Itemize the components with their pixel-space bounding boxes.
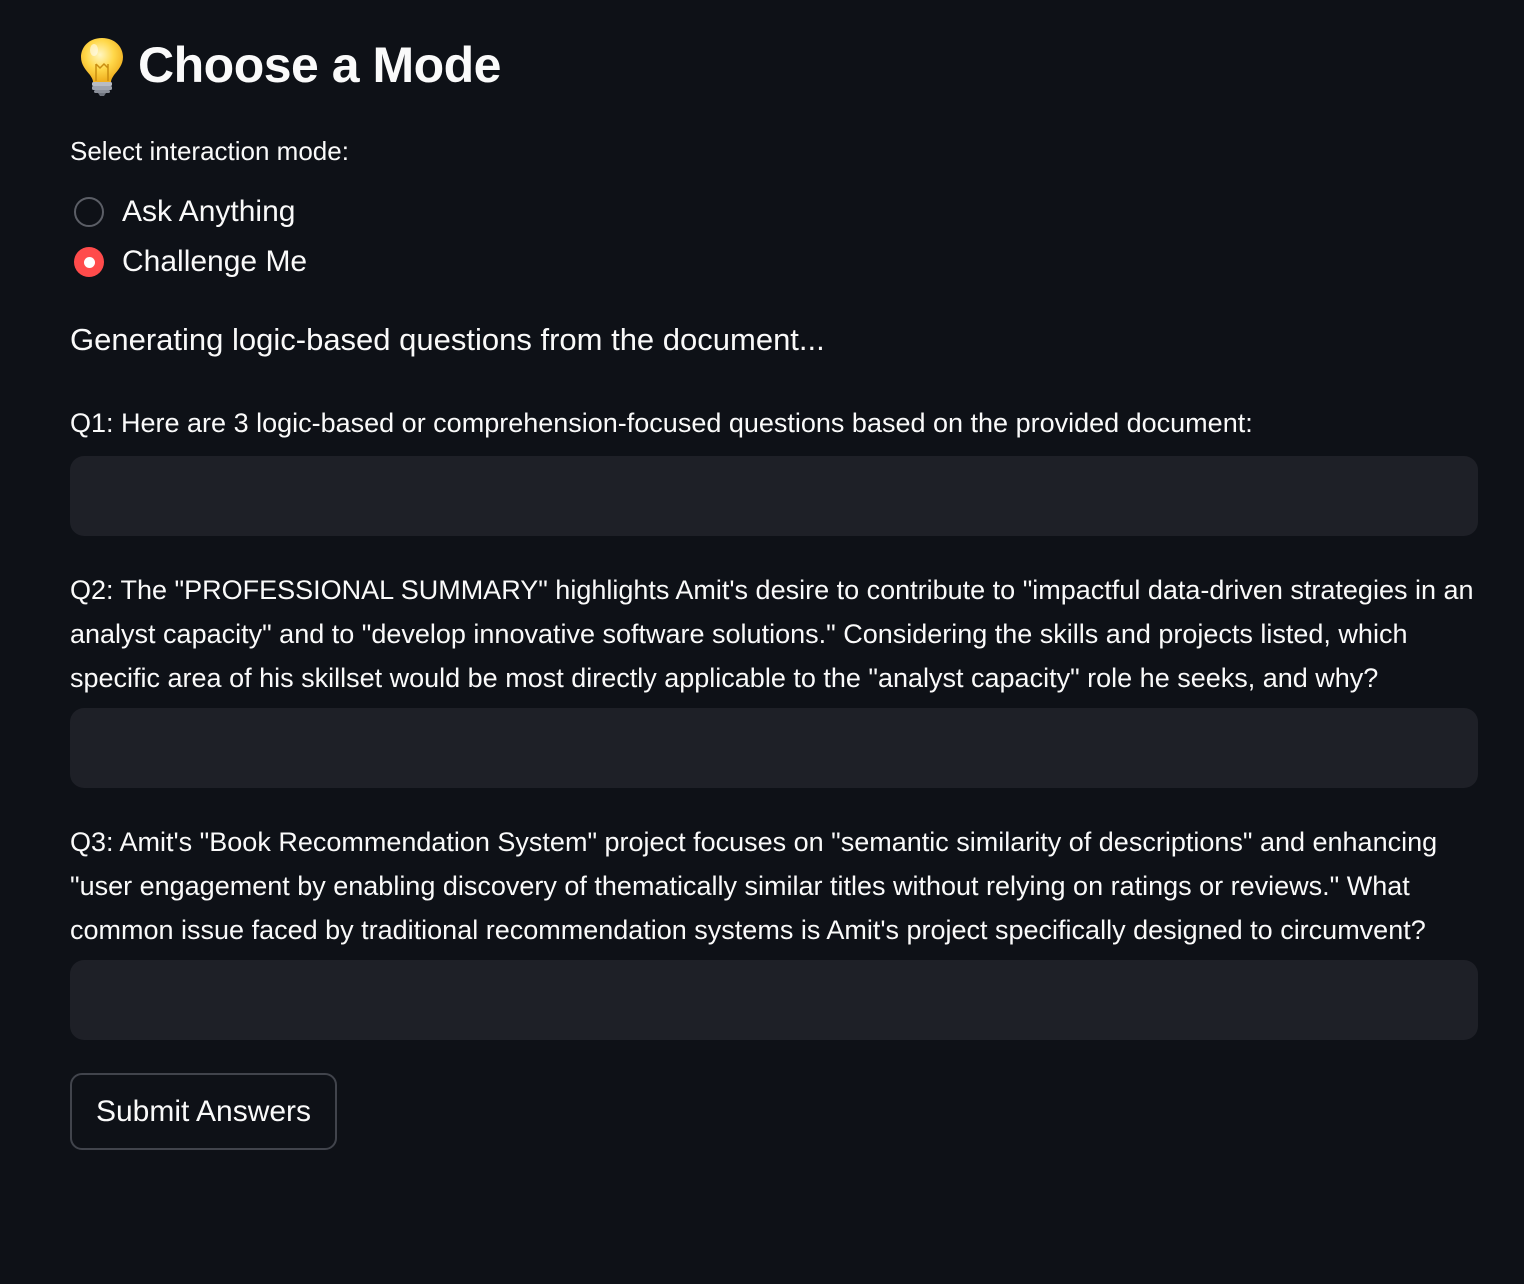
question-label-q1: Q1: Here are 3 logic-based or comprehens… xyxy=(70,408,1253,438)
mode-selector-label: Select interaction mode: xyxy=(70,136,349,166)
answer-input-q3[interactable] xyxy=(70,960,1478,1040)
answer-input-q2[interactable] xyxy=(70,708,1478,788)
question-label-q2: Q2: The "PROFESSIONAL SUMMARY" highlight… xyxy=(70,575,1474,693)
status-message: Generating logic-based questions from th… xyxy=(70,322,825,357)
page-header: Choose a Mode xyxy=(70,30,501,100)
radio-option-label: Challenge Me xyxy=(122,245,308,278)
radio-option-ask-anything[interactable]: Ask Anything xyxy=(70,195,295,229)
answer-input-q1[interactable] xyxy=(70,456,1478,536)
radio-button-unchecked[interactable] xyxy=(74,197,104,227)
radio-button-checked[interactable] xyxy=(74,247,104,277)
page-title: Choose a Mode xyxy=(138,37,501,93)
radio-option-label: Ask Anything xyxy=(122,195,296,228)
question-label-q3: Q3: Amit's "Book Recommendation System" … xyxy=(70,827,1438,945)
submit-answers-button[interactable]: Submit Answers xyxy=(70,1073,337,1150)
radio-option-challenge-me[interactable]: Challenge Me xyxy=(70,245,307,279)
lightbulb-icon xyxy=(74,34,130,96)
